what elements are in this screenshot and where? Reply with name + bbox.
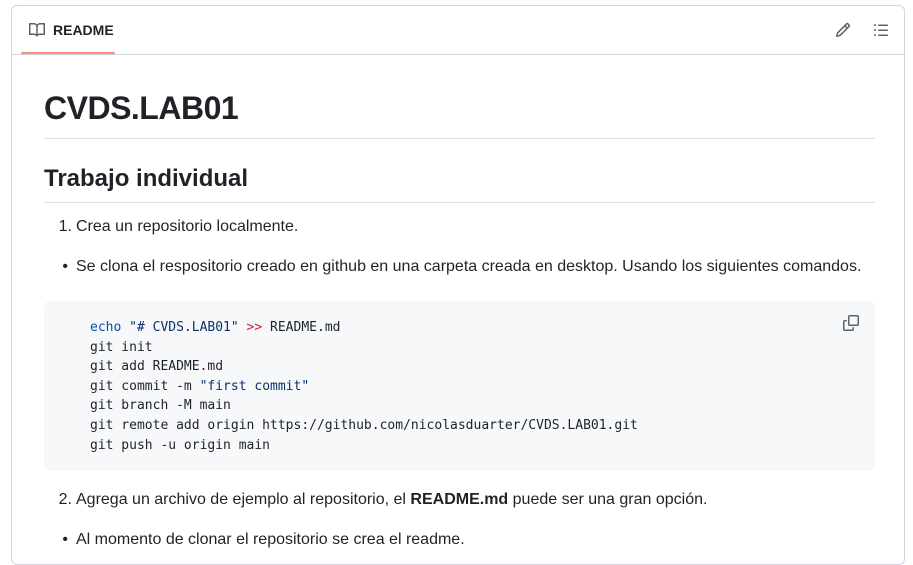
section-heading: Trabajo individual [44, 164, 875, 203]
bullet-marker: • [62, 258, 68, 275]
code-token: "# CVDS.LAB01" [129, 320, 239, 335]
edit-file-button[interactable] [831, 18, 855, 42]
code-block: echo "# CVDS.LAB01" >> README.md git ini… [44, 301, 875, 471]
step2-text-before: Agrega un archivo de ejemplo al reposito… [76, 491, 411, 508]
active-tab-indicator [21, 52, 115, 54]
code-line: git add README.md [90, 359, 224, 375]
list-item: • Al momento de clonar el repositorio se … [44, 529, 465, 551]
step2-bold: README.md [410, 491, 509, 508]
code-token: echo [90, 320, 122, 335]
list-item: 2. Agrega un archivo de ejemplo al reposi… [44, 489, 708, 511]
bullet2-text: Al momento de clonar el repositorio se c… [76, 531, 465, 548]
copy-icon [843, 315, 859, 331]
copy-button[interactable] [841, 313, 861, 333]
bullet1-text: Se clona el respositorio creado en githu… [76, 258, 862, 275]
readme-header: README [12, 6, 904, 55]
code-line: git remote add origin https://github.com… [90, 417, 638, 433]
code-line: git init [90, 339, 153, 355]
code-content[interactable]: echo "# CVDS.LAB01" >> README.md git ini… [90, 318, 638, 455]
step2-text-after: puede ser una gran opción. [508, 491, 708, 508]
readme-panel: README CVDS.LAB01 Trabajo individual 1. C… [11, 5, 905, 565]
code-token: README.md [270, 320, 341, 335]
bullet-marker: • [62, 531, 68, 548]
outline-button[interactable] [869, 18, 893, 42]
list-marker: 1. [58, 218, 72, 235]
tab-readme[interactable]: README [21, 6, 122, 54]
code-token: "first commit" [199, 378, 310, 394]
tab-readme-label: README [53, 22, 114, 38]
page-title: CVDS.LAB01 [44, 88, 875, 139]
list-marker: 2. [58, 491, 72, 508]
list-item: 1. Crea un repositorio localmente. [44, 216, 299, 238]
code-line: git push -u origin main [90, 437, 271, 453]
code-line: git branch -M main [90, 398, 231, 414]
list-item: • Se clona el respositorio creado en gith… [44, 256, 861, 278]
code-token: >> [246, 320, 263, 335]
code-token: git commit -m [90, 378, 200, 394]
list-icon [873, 22, 889, 38]
step1-text: Crea un repositorio localmente. [76, 218, 299, 235]
book-icon [29, 22, 45, 38]
pencil-icon [835, 22, 851, 38]
